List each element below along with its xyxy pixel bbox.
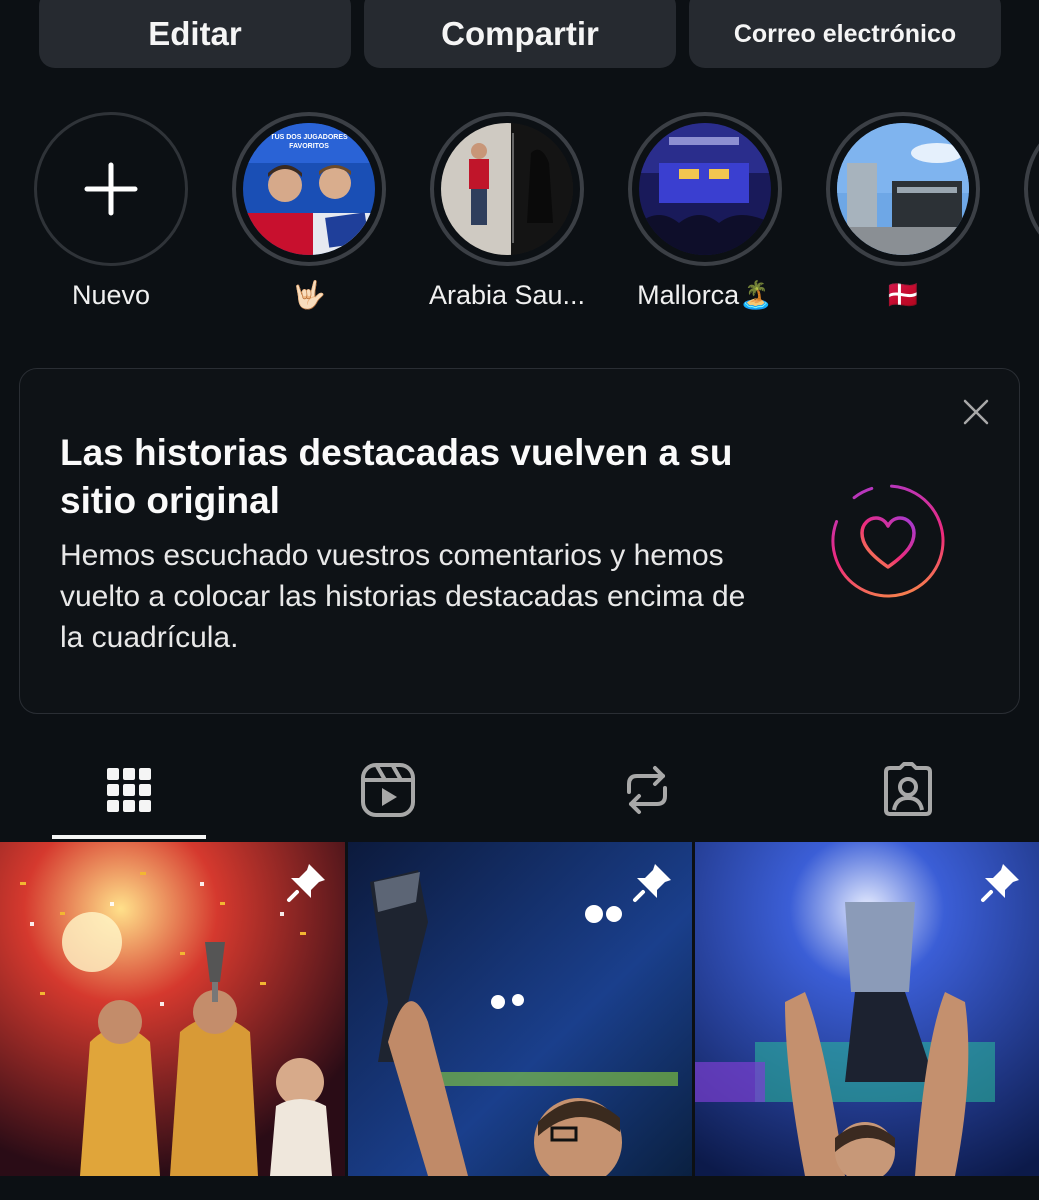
highlight-label-new: Nuevo xyxy=(71,280,151,310)
highlight-4[interactable]: 🇩🇰 xyxy=(823,112,983,312)
highlight-image xyxy=(639,123,771,255)
profile-tabs xyxy=(0,740,1039,840)
highlight-cover[interactable] xyxy=(430,112,584,266)
tab-reels[interactable] xyxy=(311,740,465,840)
post-tile[interactable] xyxy=(695,842,1039,1176)
highlight-image xyxy=(837,123,969,255)
email-button[interactable]: Correo electrónico xyxy=(689,0,1001,68)
highlight-label-4: 🇩🇰 xyxy=(886,280,920,310)
card-title: Las historias destacadas vuelven a su si… xyxy=(60,432,733,521)
highlight-label-3: Mallorca🏝️ xyxy=(637,280,773,310)
edit-profile-button[interactable]: Editar xyxy=(39,0,351,68)
highlight-new[interactable]: Nuevo xyxy=(31,112,191,312)
highlight-5-partial[interactable] xyxy=(1024,112,1039,266)
pin-icon xyxy=(633,864,671,902)
plus-icon xyxy=(84,162,138,216)
highlights-info-card: Las historias destacadas vuelven a su si… xyxy=(19,368,1020,714)
highlight-cover[interactable]: TUS DOS JUGADORES FAVORITOS xyxy=(232,112,386,266)
highlight-1[interactable]: TUS DOS JUGADORES FAVORITOS 🤟🏻 xyxy=(229,112,389,312)
share-profile-button[interactable]: Compartir xyxy=(364,0,676,68)
close-icon[interactable] xyxy=(961,397,991,427)
highlight-caption: TUS DOS JUGADORES FAVORITOS xyxy=(270,134,348,150)
reels-icon xyxy=(361,763,415,817)
highlight-cover[interactable] xyxy=(628,112,782,266)
profile-screen: Editar Compartir Correo electrónico Nuev… xyxy=(0,0,1039,1200)
highlight-3[interactable]: Mallorca🏝️ xyxy=(625,112,785,312)
active-tab-indicator xyxy=(52,835,206,839)
email-label: Correo electrónico xyxy=(733,19,957,48)
profile-actions: Editar Compartir Correo electrónico xyxy=(39,0,1001,68)
pin-icon xyxy=(981,864,1019,902)
tab-grid[interactable] xyxy=(52,740,206,840)
highlight-label-2: Arabia Sau... xyxy=(428,280,586,310)
new-highlight-circle[interactable] xyxy=(34,112,188,266)
card-body: Hemos escuchado vuestros comentarios y h… xyxy=(60,539,746,654)
tab-tagged[interactable] xyxy=(831,740,985,840)
posts-grid xyxy=(0,842,1039,1176)
highlight-image xyxy=(441,123,573,255)
edit-profile-label: Editar xyxy=(148,15,242,52)
heart-ring-icon xyxy=(831,484,945,598)
tab-reposts[interactable] xyxy=(570,740,724,840)
post-tile[interactable] xyxy=(348,842,692,1176)
post-tile[interactable] xyxy=(0,842,345,1176)
highlight-2[interactable]: Arabia Sau... xyxy=(427,112,587,312)
tagged-icon xyxy=(884,762,932,816)
share-profile-label: Compartir xyxy=(441,15,599,52)
highlight-label-1: 🤟🏻 xyxy=(292,280,326,310)
pin-icon xyxy=(287,864,325,902)
highlight-cover[interactable] xyxy=(826,112,980,266)
highlight-image: TUS DOS JUGADORES FAVORITOS xyxy=(243,123,375,255)
repost-icon xyxy=(627,766,667,814)
grid-icon xyxy=(107,768,151,812)
